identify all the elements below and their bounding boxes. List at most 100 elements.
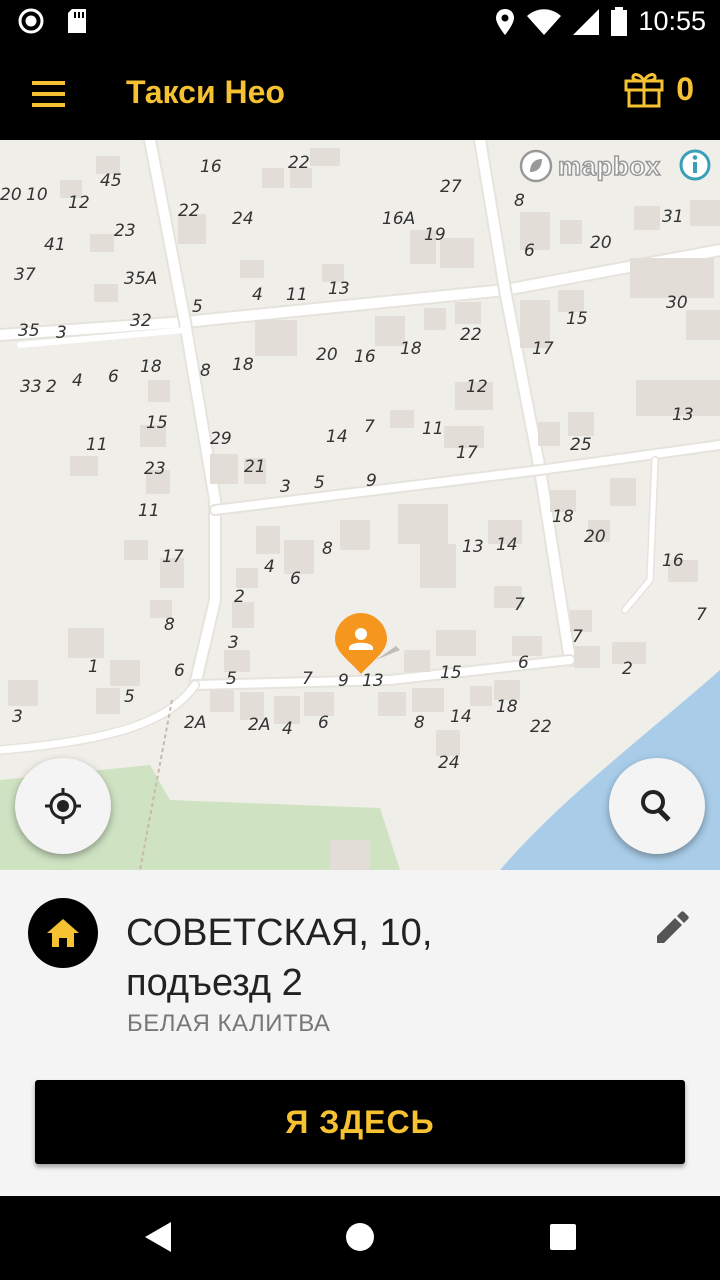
- house-number: 5: [314, 473, 325, 493]
- house-number: 11: [286, 285, 308, 305]
- house-number: 6: [518, 653, 529, 673]
- house-number: 5: [192, 297, 203, 317]
- home-icon: [47, 919, 79, 947]
- house-number: 23: [114, 221, 136, 241]
- menu-icon[interactable]: [22, 72, 72, 116]
- battery-icon: [611, 6, 628, 36]
- house-number: 18: [552, 507, 574, 527]
- gift-count: 0: [676, 70, 694, 107]
- home-nav-icon[interactable]: [344, 1220, 376, 1254]
- house-number: 7: [514, 595, 525, 615]
- house-number: 37: [14, 265, 36, 285]
- house-number: 25: [570, 435, 592, 455]
- house-number: 13: [672, 405, 694, 425]
- house-number: 11: [86, 435, 108, 455]
- house-number: 19: [424, 225, 446, 245]
- info-icon[interactable]: [678, 148, 712, 182]
- city-text: БЕЛАЯ КАЛИТВА: [127, 1010, 331, 1037]
- house-number: 13: [328, 279, 350, 299]
- address-text: СОВЕТСКАЯ, 10, подъезд 2: [126, 912, 433, 1004]
- recents-icon[interactable]: [548, 1220, 578, 1254]
- house-number: 5: [124, 687, 135, 707]
- house-number: 6: [174, 661, 185, 681]
- house-number: 22: [288, 153, 310, 173]
- house-number: 22: [530, 717, 552, 737]
- house-number: 6: [318, 713, 329, 733]
- house-number: 6: [108, 367, 119, 387]
- house-number: 6: [290, 569, 301, 589]
- mapbox-attribution: mapbox: [557, 150, 661, 182]
- house-number: 20: [590, 233, 612, 253]
- gift-icon: [624, 73, 664, 108]
- house-number: 17: [532, 339, 554, 359]
- sd-card-icon: [68, 9, 86, 33]
- house-number: 23: [144, 459, 166, 479]
- map-search-button[interactable]: [609, 758, 705, 854]
- house-number: 12: [466, 377, 488, 397]
- house-number: 8: [322, 539, 333, 559]
- location-pin[interactable]: [334, 612, 404, 682]
- house-number: 24: [438, 753, 460, 773]
- status-bar: 10:55: [0, 0, 720, 48]
- my-location-button[interactable]: [15, 758, 111, 854]
- house-number: 2: [46, 377, 57, 397]
- house-number: 15: [566, 309, 588, 329]
- house-number: 8: [414, 713, 425, 733]
- edit-icon[interactable]: [652, 908, 692, 948]
- house-number: 31: [662, 207, 684, 227]
- mapbox-icon: [519, 149, 553, 183]
- house-number: 13: [462, 537, 484, 557]
- house-number: 5: [226, 669, 237, 689]
- house-number: 20: [0, 185, 22, 205]
- house-number: 3: [12, 707, 23, 727]
- house-number: 14: [450, 707, 472, 727]
- house-number: 17: [456, 443, 478, 463]
- house-number: 4: [72, 371, 83, 391]
- house-number: 7: [364, 417, 375, 437]
- house-number: 2А: [184, 713, 206, 733]
- house-number: 16: [662, 551, 684, 571]
- i-am-here-button[interactable]: Я ЗДЕСЬ: [35, 1080, 685, 1164]
- house-number: 4: [264, 557, 275, 577]
- house-number: 24: [232, 209, 254, 229]
- house-number: 1: [88, 657, 99, 677]
- map-view[interactable]: 16 22 20 45 10 12 8 27 22 24 16А 19 23 41 6 20 31 35А 37 4 1…: [0, 140, 720, 870]
- house-number: 16А: [382, 209, 415, 229]
- house-number: 21: [244, 457, 266, 477]
- house-number: 7: [696, 605, 707, 625]
- location-icon: [496, 8, 515, 35]
- house-number: 7: [302, 669, 313, 689]
- home-badge: [28, 898, 98, 968]
- house-number: 4: [252, 285, 263, 305]
- signal-icon: [573, 8, 600, 35]
- clock: 10:55: [638, 6, 706, 36]
- house-number: 8: [200, 361, 211, 381]
- house-number: 6: [524, 241, 535, 261]
- house-number: 8: [514, 191, 525, 211]
- mapbox-logo: mapbox: [518, 148, 661, 184]
- house-number: 11: [138, 501, 160, 521]
- house-number: 18: [140, 357, 162, 377]
- house-number: 2: [234, 587, 245, 607]
- house-number: 8: [164, 615, 175, 635]
- house-number: 11: [422, 419, 444, 439]
- house-number: 18: [400, 339, 422, 359]
- house-number: 22: [460, 325, 482, 345]
- house-number: 14: [496, 535, 518, 555]
- back-icon[interactable]: [143, 1220, 173, 1254]
- house-number: 29: [210, 429, 232, 449]
- map-canvas: 16 22204510 12 82722 24 16А192341 6 203135А374 1…: [0, 140, 720, 870]
- house-number: 30: [666, 293, 688, 313]
- app-title: Такси Нео: [126, 74, 285, 110]
- house-number: 3: [280, 477, 291, 497]
- house-number: 20: [584, 527, 606, 547]
- house-number: 10: [26, 185, 48, 205]
- house-number: 12: [68, 193, 90, 213]
- house-number: 3: [56, 323, 67, 343]
- house-number: 32: [130, 311, 152, 331]
- house-number: 14: [326, 427, 348, 447]
- app-bar: Такси Нео 0: [0, 48, 720, 140]
- house-number: 9: [366, 471, 377, 491]
- wifi-icon: [527, 8, 562, 35]
- gift-button[interactable]: 0: [624, 70, 694, 108]
